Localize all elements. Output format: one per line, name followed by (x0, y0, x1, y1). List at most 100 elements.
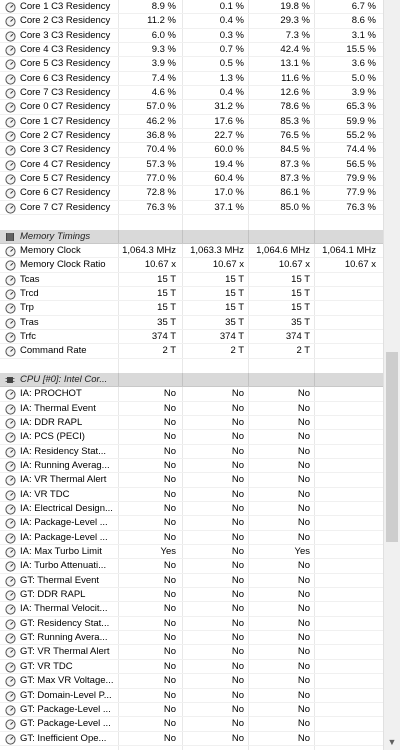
value-current: 8.9 % (151, 1, 176, 12)
sensor-row[interactable]: IA: Package-Level ... No No No (0, 531, 383, 546)
gauge-icon (5, 102, 16, 113)
sensor-row[interactable]: Core 1 C7 Residency 46.2 % 17.6 % 85.3 % 59.… (0, 115, 383, 130)
value-current: No (163, 689, 176, 701)
sensor-row[interactable]: Tcas 15 T 15 T 15 T (0, 273, 383, 287)
sensor-row[interactable]: Core 7 C3 Residency 4.6 % 0.4 % 12.6 % 3.9 % (0, 86, 383, 101)
sensor-row[interactable]: GT: Residency Stat... No No No (0, 617, 383, 632)
sensor-row[interactable]: Core 1 C3 Residency 8.9 % 0.1 % 19.8 % 6.7 % (0, 0, 383, 15)
sensor-label: IA: VR TDC (20, 488, 70, 500)
sensor-row[interactable]: GT: DDR RAPL No No No (0, 588, 383, 603)
sensor-row[interactable]: IA: Residency Stat... No No No (0, 445, 383, 459)
value-current: 15 T (157, 287, 176, 299)
value-maximum: 19.8 % (280, 1, 310, 12)
sensor-row[interactable]: GT: Inefficient Ope... No No No (0, 732, 383, 746)
value-maximum: No (297, 517, 310, 529)
sensor-label: Memory Clock Ratio (20, 259, 106, 271)
sensor-row[interactable]: IA: VR Thermal Alert No No No (0, 473, 383, 488)
sensor-row[interactable]: IA: PROCHOT No No No (0, 387, 383, 402)
sensor-row[interactable]: IA: Electrical Design... No No No (0, 502, 383, 517)
value-average: 74.4 % (346, 144, 376, 156)
sensor-row[interactable]: Core 4 C3 Residency 9.3 % 0.7 % 42.4 % 15.5 … (0, 43, 383, 58)
sensor-row[interactable]: GT: Thermal Event No No No (0, 574, 383, 589)
sensor-label: IA: Package-Level ... (20, 531, 108, 543)
value-minimum: No (231, 431, 244, 443)
vertical-scrollbar[interactable]: ▼ (383, 0, 400, 750)
sensor-row[interactable]: Command Rate 2 T 2 T 2 T (0, 344, 383, 359)
value-maximum: 76.5 % (280, 130, 310, 142)
sensor-label: GT: Package-Level ... (20, 718, 111, 730)
sensor-row[interactable]: Core 2 C3 Residency 11.2 % 0.4 % 29.3 % 8.6 … (0, 14, 383, 29)
sensor-row[interactable]: Memory Clock Ratio 10.67 x 10.67 x 10.67 x 1… (0, 258, 383, 273)
sensor-row[interactable]: IA: Thermal Velocit... No No No (0, 602, 383, 617)
sensor-row[interactable]: GT: Running Avera... No No No (0, 631, 383, 646)
scroll-down-arrow-icon[interactable]: ▼ (384, 734, 400, 750)
value-maximum: 87.3 % (280, 173, 310, 185)
sensor-row[interactable]: Core 4 C7 Residency 57.3 % 19.4 % 87.3 % 56.… (0, 158, 383, 173)
sensor-row[interactable]: IA: Running Averag... No No No (0, 459, 383, 474)
value-maximum: No (297, 675, 310, 687)
sensor-row[interactable]: Core 2 C7 Residency 36.8 % 22.7 % 76.5 % 55.… (0, 129, 383, 144)
sensor-row[interactable]: IA: Package-Level ... No No No (0, 516, 383, 531)
sensor-label: GT: Inefficient Ope... (20, 732, 107, 744)
section-header-memory-timings[interactable]: Memory Timings (0, 229, 383, 244)
sensor-row[interactable]: GT: VR Thermal Alert No No No (0, 645, 383, 660)
sensor-row[interactable]: GT: Domain-Level P... No No No (0, 689, 383, 703)
sensor-row[interactable]: Trp 15 T 15 T 15 T (0, 301, 383, 316)
sensor-row[interactable]: Core 0 C7 Residency 57.0 % 31.2 % 78.6 % 65.… (0, 100, 383, 115)
gauge-icon (5, 561, 16, 572)
section-header-cpu[interactable]: CPU [#0]: Intel Cor... (0, 372, 383, 388)
value-minimum: 0.1 % (219, 1, 244, 12)
value-minimum: No (231, 660, 244, 672)
sensor-label: GT: Package-Level ... (20, 703, 111, 715)
sensor-row[interactable]: Core 6 C7 Residency 72.8 % 17.0 % 86.1 % 77.… (0, 186, 383, 201)
gauge-icon (5, 246, 16, 257)
gauge-icon (5, 475, 16, 486)
value-maximum: 84.5 % (280, 144, 310, 156)
sensor-row[interactable]: IA: VR TDC No No No (0, 488, 383, 503)
gauge-icon (5, 576, 16, 587)
value-current: 3.9 % (151, 58, 176, 70)
sensor-label: GT: Domain-Level P... (20, 689, 112, 701)
value-maximum: 374 T (285, 330, 310, 342)
sensor-row[interactable]: Core 3 C7 Residency 70.4 % 60.0 % 84.5 % 74.… (0, 143, 383, 158)
sensor-row[interactable]: Core 5 C3 Residency 3.9 % 0.5 % 13.1 % 3.6 % (0, 57, 383, 72)
value-current: 57.0 % (146, 101, 176, 113)
sensor-row[interactable]: Core 7 C7 Residency 76.3 % 37.1 % 85.0 % 76.… (0, 201, 383, 216)
sensor-row[interactable]: IA: PCS (PECI) No No No (0, 430, 383, 445)
sensor-row[interactable]: Memory Clock 1,064.3 MHz 1,063.3 MHz 1,064.… (0, 244, 383, 259)
value-minimum: 374 T (219, 330, 244, 342)
sensor-row[interactable]: GT: Max VR Voltage... No No No (0, 674, 383, 689)
column-divider (314, 372, 315, 387)
scrollbar-thumb[interactable] (386, 352, 398, 542)
value-current: No (163, 617, 176, 629)
gauge-icon (5, 733, 16, 745)
spacer-row (0, 215, 383, 229)
sensor-label: GT: Residency Stat... (20, 617, 110, 629)
sensor-row[interactable]: IA: Turbo Attenuati... No No No (0, 559, 383, 574)
sensor-row[interactable]: IA: DDR RAPL No No No (0, 416, 383, 431)
sensor-row[interactable]: GT: Package-Level ... No No No (0, 717, 383, 732)
value-minimum: No (231, 560, 244, 572)
sensor-row[interactable]: IA: Max Turbo Limit Yes No Yes (0, 545, 383, 560)
value-current: No (163, 517, 176, 529)
value-minimum: No (231, 416, 244, 428)
sensor-label: Tras (20, 316, 39, 328)
sensor-row[interactable]: Tras 35 T 35 T 35 T (0, 316, 383, 330)
value-current: 35 T (157, 316, 176, 328)
value-average: 76.3 % (346, 201, 376, 213)
value-minimum: No (231, 617, 244, 629)
sensor-row[interactable]: IA: Thermal Event No No No (0, 402, 383, 416)
sensor-row[interactable]: Trcd 15 T 15 T 15 T (0, 287, 383, 302)
sensor-row[interactable]: Trfc 374 T 374 T 374 T (0, 330, 383, 345)
value-current: 57.3 % (146, 158, 176, 170)
sensor-row[interactable]: Core 5 C7 Residency 77.0 % 60.4 % 87.3 % 79.… (0, 172, 383, 187)
sensor-row[interactable]: Core 6 C3 Residency 7.4 % 1.3 % 11.6 % 5.0 % (0, 72, 383, 87)
value-current: No (163, 431, 176, 443)
sensor-row[interactable]: GT: VR TDC No No No (0, 660, 383, 675)
column-divider (248, 372, 249, 387)
value-average: 8.6 % (351, 15, 376, 27)
value-minimum: No (231, 675, 244, 687)
sensor-row[interactable]: GT: Package-Level ... No No No (0, 703, 383, 718)
sensor-row[interactable]: Core 3 C3 Residency 6.0 % 0.3 % 7.3 % 3.1 % (0, 29, 383, 44)
value-average: 3.9 % (351, 87, 376, 99)
